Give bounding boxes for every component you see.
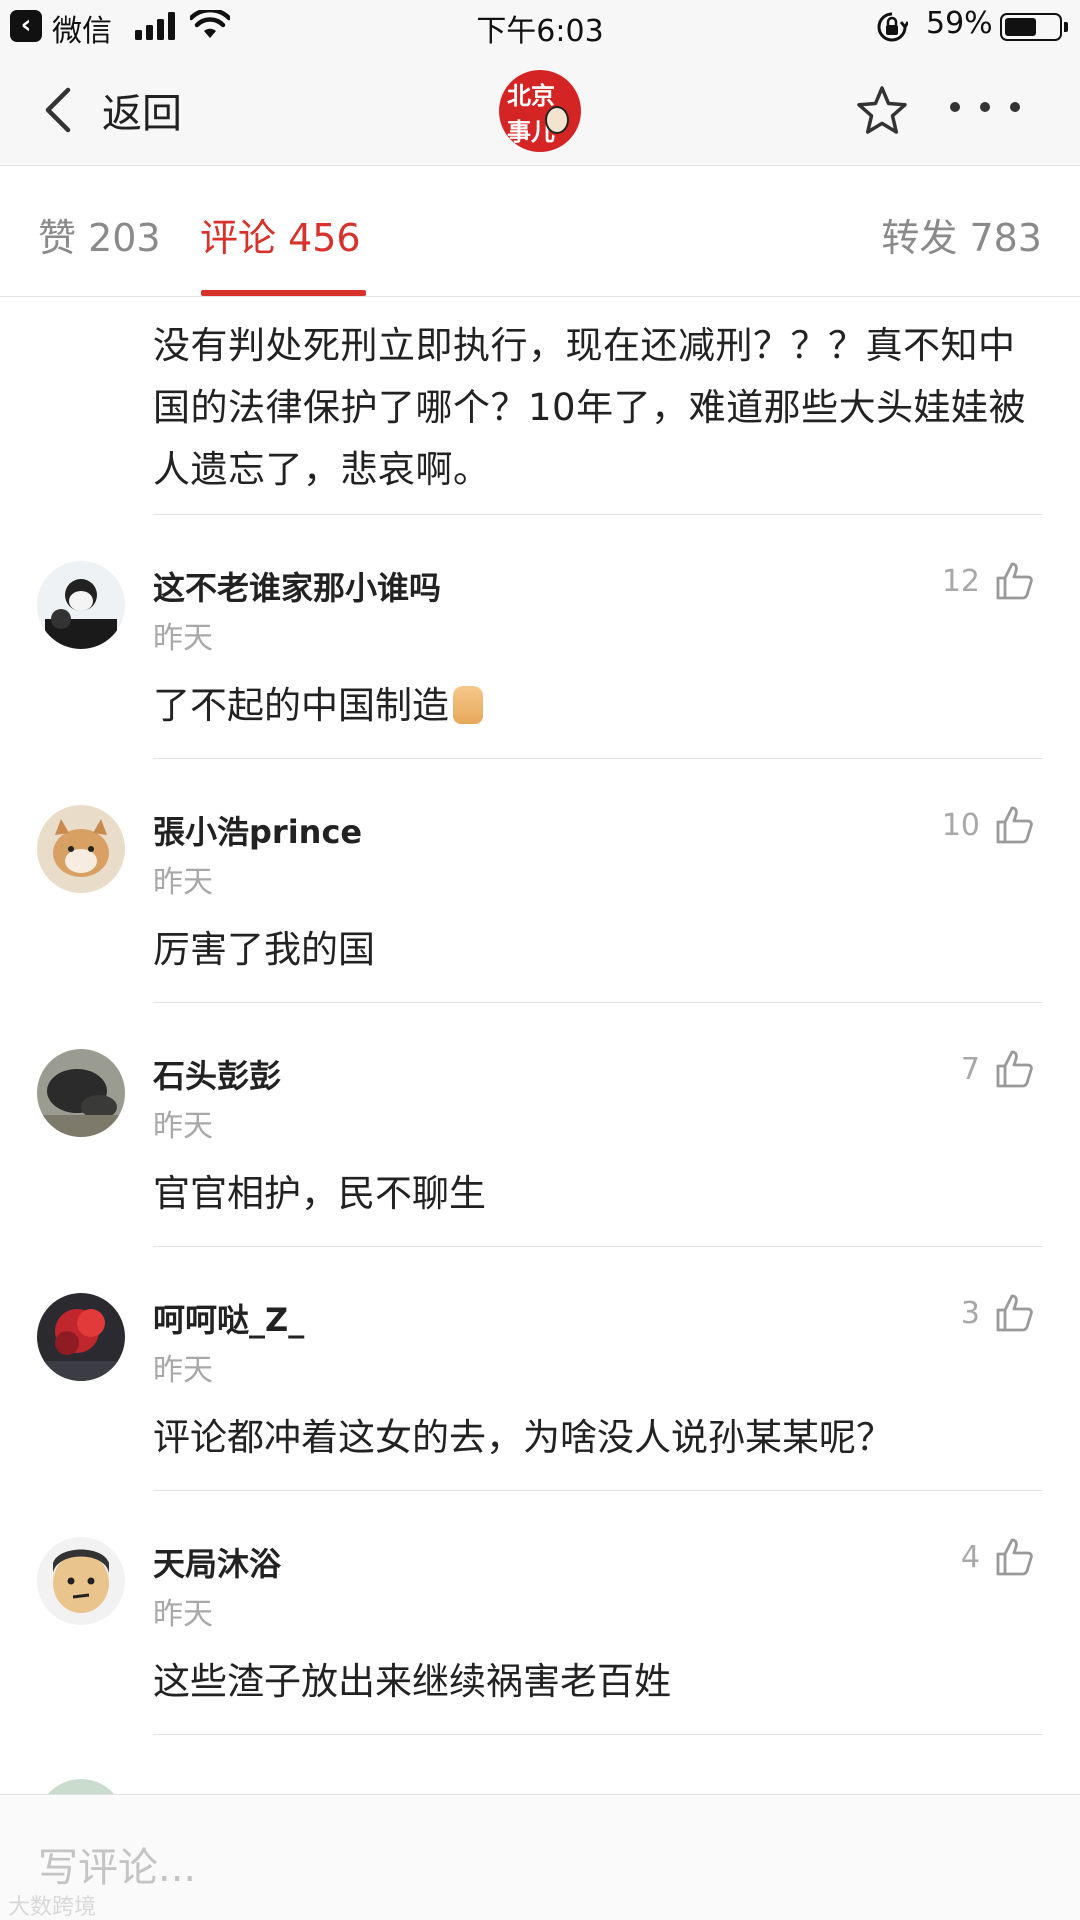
status-time: 下午6:03	[476, 14, 604, 49]
comment-time: 昨天	[153, 1109, 213, 1144]
battery-fill	[1005, 18, 1036, 36]
like-button[interactable]: 7	[961, 1049, 1034, 1089]
like-count: 3	[960, 1295, 980, 1331]
comment-text: 这些渣子放出来继续祸害老百姓	[153, 1660, 671, 1703]
comment-input-bar[interactable]: 写评论... 大数跨境	[0, 1794, 1080, 1920]
like-count: 12	[941, 563, 980, 599]
comment-item: 这不老谁家那小谁吗 昨天 了不起的中国制造 12	[0, 515, 1080, 759]
battery-percent: 59%	[926, 6, 993, 41]
comment-time: 昨天	[153, 1597, 213, 1632]
comment-item: 天局沐浴 昨天 这些渣子放出来继续祸害老百姓 4	[0, 1491, 1080, 1735]
status-bar: ‹ 微信 下午6:03 59%	[0, 0, 1080, 52]
back-label: 返回	[102, 91, 182, 137]
comment-text: 官官相护，民不聊生	[153, 1172, 486, 1215]
thumbs-up-icon	[996, 1294, 1033, 1332]
avatar-image	[37, 805, 125, 893]
thumbs-up-icon	[996, 562, 1033, 600]
previous-comment-text: 没有判处死刑立即执行，现在还减刑？？？真不知中国的法律保护了哪个？10年了，难道…	[153, 324, 1027, 491]
avatar[interactable]	[37, 561, 125, 649]
comment-text: 了不起的中国制造	[153, 675, 483, 729]
like-button[interactable]: 4	[961, 1537, 1034, 1577]
avatar-image	[37, 1293, 125, 1381]
nav-bar: 返回 北京 事儿	[0, 52, 1080, 166]
active-tab-indicator	[201, 290, 366, 296]
comment-input-placeholder[interactable]: 写评论...	[38, 1835, 196, 1893]
commenter-name[interactable]: 天局沐浴	[153, 1539, 281, 1585]
comment-text: 厉害了我的国	[153, 928, 375, 971]
comment-time: 昨天	[153, 621, 213, 656]
avatar[interactable]	[37, 805, 125, 893]
tab-comments[interactable]: 评论 456	[200, 207, 361, 262]
comment-item: 張小浩prince 昨天 厉害了我的国 10	[0, 759, 1080, 1003]
logo-face	[545, 106, 569, 134]
thumbs-up-icon	[996, 1538, 1033, 1576]
watermark: 大数跨境	[8, 1895, 97, 1920]
avatar[interactable]	[37, 1049, 125, 1137]
star-icon[interactable]	[855, 84, 909, 138]
like-count: 7	[960, 1051, 980, 1087]
commenter-name[interactable]: 石头彭彭	[153, 1051, 281, 1097]
like-button[interactable]: 10	[942, 805, 1034, 845]
more-dot	[1010, 102, 1020, 112]
more-icon[interactable]	[950, 92, 1020, 122]
comment-time: 昨天	[153, 1353, 213, 1388]
like-button[interactable]: 12	[942, 561, 1034, 601]
avatar-image	[37, 561, 125, 649]
like-count: 10	[941, 807, 980, 843]
thumbs-up-icon	[996, 1050, 1033, 1088]
battery-icon	[1000, 13, 1068, 41]
comment-item: 石头彭彭 昨天 官官相护，民不聊生 7	[0, 1003, 1080, 1247]
tab-shares[interactable]: 转发 783	[881, 207, 1042, 262]
back-button[interactable]: 返回	[40, 82, 182, 138]
avatar[interactable]	[37, 1537, 125, 1625]
thumbs-up-emoji-icon	[453, 686, 483, 724]
comment-item: 呵呵哒_Z_ 昨天 评论都冲着这女的去，为啥没人说孙某某呢？ 3	[0, 1247, 1080, 1491]
comment-text: 评论都冲着这女的去，为啥没人说孙某某呢？	[153, 1416, 893, 1459]
avatar-image	[37, 1779, 125, 1794]
stats-tabs: 赞 203 评论 456 转发 783	[0, 167, 1080, 297]
commenter-name[interactable]: 呵呵哒_Z_	[153, 1295, 304, 1341]
comment-time: 昨天	[153, 865, 213, 900]
comment-list[interactable]: 没有判处死刑立即执行，现在还减刑？？？真不知中国的法律保护了哪个？10年了，难道…	[0, 297, 1080, 1794]
thumbs-up-icon	[996, 806, 1033, 844]
avatar-image	[37, 1537, 125, 1625]
screen: ‹ 微信 下午6:03 59% 返回 北京 事儿 赞 203 评论 456 转发…	[0, 0, 1080, 1920]
commenter-name[interactable]: 这不老谁家那小谁吗	[153, 563, 441, 609]
avatar-image	[37, 1049, 125, 1137]
comment-text-content: 了不起的中国制造	[153, 684, 449, 727]
like-button[interactable]: 3	[961, 1293, 1034, 1333]
more-dot	[950, 102, 960, 112]
commenter-name[interactable]: 張小浩prince	[153, 807, 362, 853]
avatar[interactable]	[37, 1779, 125, 1794]
like-count: 4	[960, 1539, 980, 1575]
beijing-news-logo[interactable]: 北京 事儿	[499, 70, 581, 152]
chevron-left-icon	[45, 87, 71, 133]
logo-text-1: 北京	[507, 81, 555, 110]
avatar[interactable]	[37, 1293, 125, 1381]
tab-likes[interactable]: 赞 203	[38, 207, 161, 262]
more-dot	[980, 102, 990, 112]
orientation-lock-icon	[877, 12, 908, 42]
divider	[153, 1734, 1043, 1735]
